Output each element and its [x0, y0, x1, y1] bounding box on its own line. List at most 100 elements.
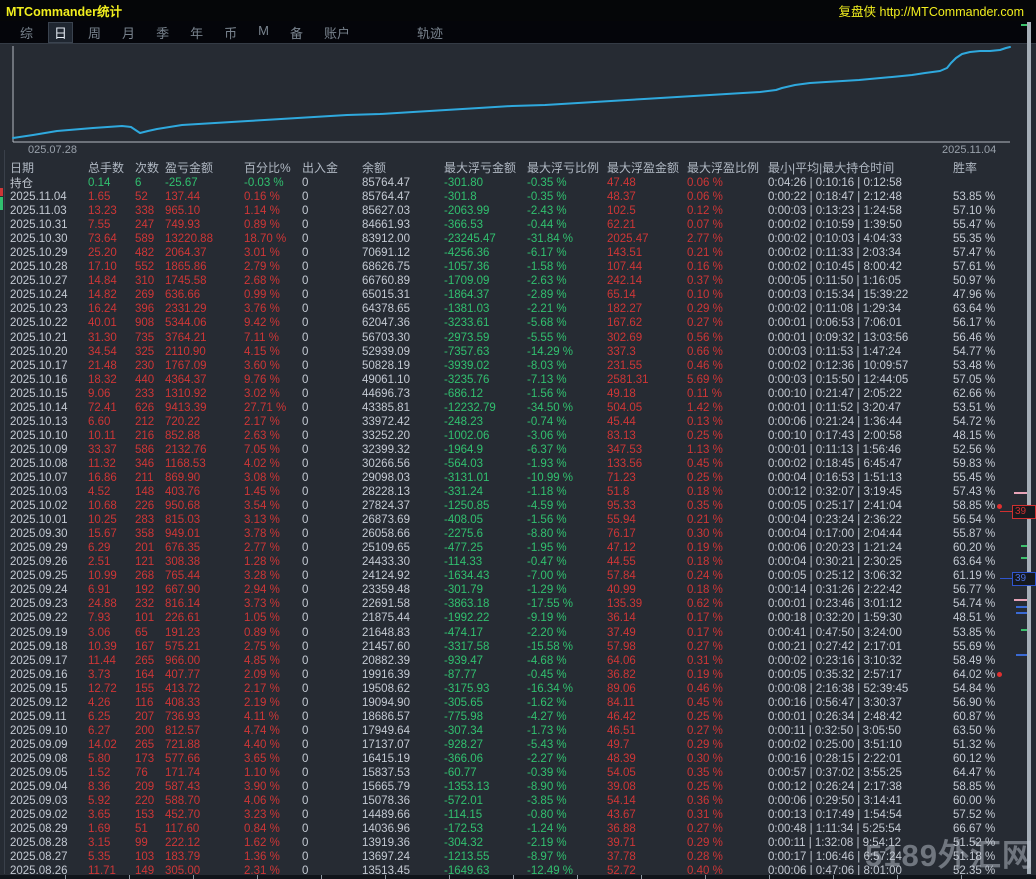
col-header-trades[interactable]: 次数 [135, 159, 165, 176]
cell-win-rate: 64.47 % [953, 766, 996, 779]
menu-item-6[interactable]: 币 [218, 22, 243, 43]
table-row[interactable]: 2025.10.16 18.32 440 4364.37 9.76 % 0 49061.10… [10, 373, 1028, 387]
table-row[interactable]: 2025.10.24 14.82 269 636.66 0.99 % 0 65015.31 -… [10, 288, 1028, 302]
table-row[interactable]: 2025.10.07 16.86 211 869.90 3.08 % 0 29098.03 -… [10, 471, 1028, 485]
menu-item-4[interactable]: 季 [150, 22, 175, 43]
table-row[interactable]: 2025.08.27 5.35 103 183.79 1.36 % 0 13697.24 -1… [10, 850, 1028, 864]
cell-trades: 268 [135, 570, 155, 583]
table-row[interactable]: 2025.09.29 6.29 201 676.35 2.77 % 0 25109.65 -4… [10, 541, 1028, 555]
table-row[interactable]: 2025.10.09 33.37 586 2132.76 7.05 % 0 32399.32… [10, 443, 1028, 457]
table-row[interactable]: 2025.08.29 1.69 51 117.60 0.84 % 0 14036.96 -17… [10, 822, 1028, 836]
table-row[interactable]: 2025.10.08 11.32 346 1168.53 4.02 % 0 30266.56… [10, 457, 1028, 471]
cell-pnl: 966.00 [165, 654, 201, 667]
col-header-holding-time[interactable]: 最小|平均|最大持仓时间 [768, 159, 953, 176]
cell-balance: 62047.36 [362, 317, 410, 330]
col-header-cash-flow[interactable]: 出入金 [302, 159, 362, 176]
table-row[interactable]: 2025.09.24 6.91 192 667.90 2.94 % 0 23359.48 -3… [10, 583, 1028, 597]
col-header-balance[interactable]: 余额 [362, 159, 444, 176]
cell-trades: 200 [135, 724, 155, 737]
cell-max-float-profit-pct: 0.35 % [687, 500, 723, 513]
table-row[interactable]: 2025.10.17 21.48 230 1767.09 3.60 % 0 50828.19… [10, 359, 1028, 373]
table-row[interactable]: 2025.10.02 10.68 226 950.68 3.54 % 0 27824.37 -… [10, 499, 1028, 513]
table-row[interactable]: 2025.09.08 5.80 173 577.66 3.65 % 0 16415.19 -3… [10, 752, 1028, 766]
table-row[interactable]: 2025.09.15 12.72 155 413.72 2.17 % 0 19508.62 -… [10, 682, 1028, 696]
col-header-max-float-loss[interactable]: 最大浮亏金额 [444, 159, 527, 176]
table-row[interactable]: 2025.08.28 3.15 99 222.12 1.62 % 0 13919.36 -30… [10, 836, 1028, 850]
cell-lots: 6.60 [88, 415, 111, 428]
table-row[interactable]: 2025.09.05 1.52 76 171.74 1.10 % 0 15837.53 -60… [10, 766, 1028, 780]
col-header-win-rate[interactable]: 胜率 [953, 159, 1028, 176]
table-row[interactable]: 2025.09.18 10.39 167 575.21 2.75 % 0 21457.60 -… [10, 640, 1028, 654]
table-row[interactable]: 2025.10.21 31.30 735 3764.21 7.11 % 0 56703.30… [10, 331, 1028, 345]
cell-lots: 15.67 [88, 528, 117, 541]
table-row[interactable]: 2025.10.28 17.10 552 1865.86 2.79 % 0 68626.75… [10, 260, 1028, 274]
table-row[interactable]: 2025.10.01 10.25 283 815.03 3.13 % 0 26873.69 -… [10, 513, 1028, 527]
menu-item-8[interactable]: 备 [284, 22, 309, 43]
col-header-date[interactable]: 日期 [10, 159, 88, 176]
table-row[interactable]: 2025.11.03 13.23 338 965.10 1.14 % 0 85627.03 -… [10, 204, 1028, 218]
cell-trades: 908 [135, 317, 155, 330]
cell-cash-flow: 0 [302, 177, 309, 190]
menu-item-trail[interactable]: 轨迹 [411, 22, 449, 43]
cell-max-float-profit: 102.5 [607, 205, 636, 218]
bottom-column-ruler[interactable] [0, 875, 1036, 879]
table-row[interactable]: 2025.09.02 3.65 153 452.70 3.23 % 0 14489.66 -1… [10, 808, 1028, 822]
cell-cash-flow: 0 [302, 837, 309, 850]
table-row[interactable]: 2025.09.03 5.92 220 588.70 4.06 % 0 15078.36 -5… [10, 794, 1028, 808]
table-row[interactable]: 2025.09.11 6.25 207 736.93 4.11 % 0 18686.57 -7… [10, 710, 1028, 724]
table-row[interactable]: 2025.10.03 4.52 148 403.76 1.45 % 0 28228.13 -3… [10, 485, 1028, 499]
cell-balance: 50828.19 [362, 359, 410, 372]
table-row[interactable]: 2025.09.30 15.67 358 949.01 3.78 % 0 26058.66 -… [10, 527, 1028, 541]
cell-max-float-loss-pct: -4.27 % [527, 710, 567, 723]
table-row[interactable]: 2025.09.04 8.36 209 587.43 3.90 % 0 15665.79 -1… [10, 780, 1028, 794]
cell-balance: 14036.96 [362, 823, 410, 836]
right-edge-scroll-strip[interactable] [1027, 22, 1031, 874]
menu-item-3[interactable]: 月 [116, 22, 141, 43]
col-header-lots[interactable]: 总手数 [88, 159, 135, 176]
table-row[interactable]: 2025.09.10 6.27 200 812.57 4.74 % 0 17949.64 -3… [10, 724, 1028, 738]
table-row[interactable]: 2025.09.19 3.06 65 191.23 0.89 % 0 21648.83 -47… [10, 626, 1028, 640]
table-row[interactable]: 2025.09.17 11.44 265 966.00 4.85 % 0 20882.39 -… [10, 654, 1028, 668]
table-row[interactable]: 2025.10.14 72.41 626 9413.39 27.71 % 0 43385.8… [10, 401, 1028, 415]
table-row[interactable]: 2025.09.22 7.93 101 226.61 1.05 % 0 21875.44 -1… [10, 611, 1028, 625]
col-header-max-float-profit-pct[interactable]: 最大浮盈比例 [687, 159, 768, 176]
menu-item-9[interactable]: 账户 [318, 22, 356, 43]
cell-balance: 24433.30 [362, 556, 410, 569]
table-row[interactable]: 2025.11.04 1.65 52 137.44 0.16 % 0 85764.47 -30… [10, 190, 1028, 204]
table-row[interactable]: 2025.09.12 4.26 116 408.33 2.19 % 0 19094.90 -3… [10, 696, 1028, 710]
menu-item-7[interactable]: M [252, 22, 275, 43]
table-row[interactable]: 2025.10.15 9.06 233 1310.92 3.02 % 0 44696.73 -… [10, 387, 1028, 401]
col-header-max-float-profit[interactable]: 最大浮盈金额 [607, 159, 687, 176]
table-row[interactable]: 2025.10.27 14.84 310 1745.58 2.68 % 0 66760.89… [10, 274, 1028, 288]
table-row[interactable]: 2025.09.09 14.02 265 721.88 4.40 % 0 17137.07 -… [10, 738, 1028, 752]
menu-item-5[interactable]: 年 [184, 22, 209, 43]
table-row[interactable]: 2025.10.30 73.64 589 13220.88 18.70 % 0 83912.… [10, 232, 1028, 246]
table-row[interactable]: 2025.09.26 2.51 121 308.38 1.28 % 0 24433.30 -1… [10, 555, 1028, 569]
table-row[interactable]: 2025.10.31 7.55 247 749.93 0.89 % 0 84661.93 -3… [10, 218, 1028, 232]
cell-cash-flow: 0 [302, 373, 309, 386]
table-row[interactable]: 2025.10.22 40.01 908 5344.06 9.42 % 0 62047.36… [10, 316, 1028, 330]
col-header-pnl-pct[interactable]: 百分比% [244, 159, 302, 176]
cell-trades: 396 [135, 303, 155, 316]
menu-item-0[interactable]: 综 [14, 22, 39, 43]
cell-balance: 64378.65 [362, 303, 410, 316]
table-row[interactable]: 2025.10.29 25.20 482 2064.37 3.01 % 0 70691.12… [10, 246, 1028, 260]
website-link[interactable]: 复盘侠 http://MTCommander.com [839, 1, 1024, 20]
cell-lots: 10.99 [88, 570, 117, 583]
cell-win-rate: 63.64 % [953, 303, 996, 316]
table-row[interactable]: 2025.09.23 24.88 232 816.14 3.73 % 0 22691.58 -… [10, 597, 1028, 611]
table-row[interactable]: 2025.09.16 3.73 164 407.77 2.09 % 0 19916.39 -8… [10, 668, 1028, 682]
cell-pnl-pct: 3.78 % [244, 528, 280, 541]
col-header-max-float-loss-pct[interactable]: 最大浮亏比例 [527, 159, 607, 176]
table-row[interactable]: 2025.10.13 6.60 212 720.22 2.17 % 0 33972.42 -2… [10, 415, 1028, 429]
table-row[interactable]: 2025.10.23 16.24 396 2331.29 3.76 % 0 64378.65… [10, 302, 1028, 316]
menu-item-2[interactable]: 周 [82, 22, 107, 43]
menu-item-1[interactable]: 日 [48, 21, 74, 43]
table-row-open-position[interactable]: 持仓 0.14 6 -25.67 -0.03 % 0 85764.47 -301.80 -0.3… [10, 176, 1028, 190]
cell-max-float-loss-pct: -1.24 % [527, 823, 567, 836]
cell-lots: 11.44 [88, 654, 116, 667]
table-row[interactable]: 2025.09.25 10.99 268 765.44 3.28 % 0 24124.92 -… [10, 569, 1028, 583]
col-header-pnl[interactable]: 盈亏金额 [165, 159, 244, 176]
table-row[interactable]: 2025.10.20 34.54 325 2110.90 4.15 % 0 52939.09… [10, 345, 1028, 359]
table-row[interactable]: 2025.10.10 10.11 216 852.88 2.63 % 0 33252.20 -… [10, 429, 1028, 443]
